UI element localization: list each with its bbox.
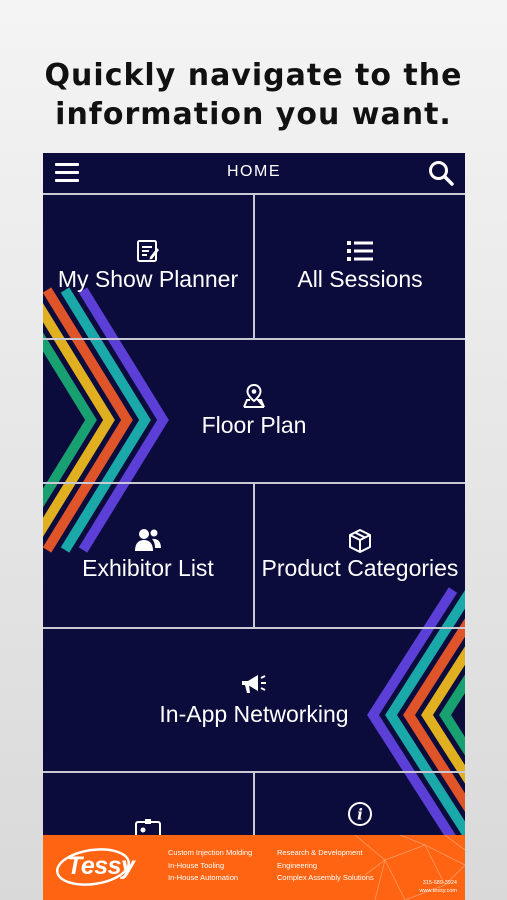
- services-column-1: Custom Injection Molding In-House Toolin…: [168, 847, 252, 885]
- tile-label: Product Categories: [261, 555, 459, 581]
- megaphone-icon: [240, 673, 268, 700]
- sponsor-phone: 315-689-3924: [422, 880, 457, 886]
- tile-label: Floor Plan: [201, 412, 307, 438]
- svg-text:i: i: [357, 806, 363, 824]
- tile-label: My Show Planner: [57, 266, 239, 292]
- tessy-logo: Tessy: [67, 852, 135, 880]
- top-bar: HOME: [43, 153, 465, 195]
- tile-all-sessions[interactable]: All Sessions: [255, 195, 465, 338]
- service-item: In-House Tooling: [168, 860, 225, 870]
- headline-line-1: Quickly navigate to the: [44, 58, 463, 93]
- service-item: In-House Automation: [168, 873, 239, 882]
- tile-in-app-networking[interactable]: In-App Networking: [43, 629, 465, 771]
- tile-label: In-App Networking: [159, 701, 349, 727]
- service-item: Engineering: [277, 860, 318, 870]
- people-icon: [134, 528, 162, 557]
- tile-label: All Sessions: [297, 266, 423, 292]
- sponsor-website: www.tessy.com: [419, 888, 458, 894]
- tile-exhibitor-list[interactable]: Exhibitor List: [43, 484, 253, 627]
- tile-info[interactable]: i: [255, 773, 465, 835]
- app-screen: HOME My Show Planner All Sessions Floor …: [43, 153, 465, 900]
- tile-floor-plan[interactable]: Floor Plan: [43, 340, 465, 482]
- services-column-2: Research & Development Engineering Compl…: [277, 847, 374, 885]
- sponsor-banner[interactable]: Tessy Custom Injection Molding In-House …: [43, 835, 465, 900]
- service-item: Complex Assembly Solutions: [277, 873, 374, 882]
- info-icon: i: [347, 801, 373, 832]
- tile-my-show-planner[interactable]: My Show Planner: [43, 195, 253, 338]
- headline-line-2: information you want.: [55, 97, 452, 132]
- service-item: Research & Development: [277, 848, 363, 857]
- tile-label: Exhibitor List: [82, 555, 214, 581]
- marketing-headline: Quickly navigate to the information you …: [0, 56, 507, 134]
- list-icon: [347, 240, 373, 267]
- tile-id-badge[interactable]: [43, 773, 253, 840]
- search-icon[interactable]: [427, 159, 455, 187]
- navigation-grid: My Show Planner All Sessions Floor Plan …: [43, 195, 465, 840]
- service-item: Custom Injection Molding: [168, 848, 253, 857]
- planner-icon: [136, 239, 160, 268]
- tile-product-categories[interactable]: Product Categories: [255, 484, 465, 627]
- sponsor-contact: 315-689-3924 www.tessy.com: [420, 879, 458, 895]
- page-title: HOME: [227, 163, 281, 180]
- map-pin-icon: [241, 383, 267, 414]
